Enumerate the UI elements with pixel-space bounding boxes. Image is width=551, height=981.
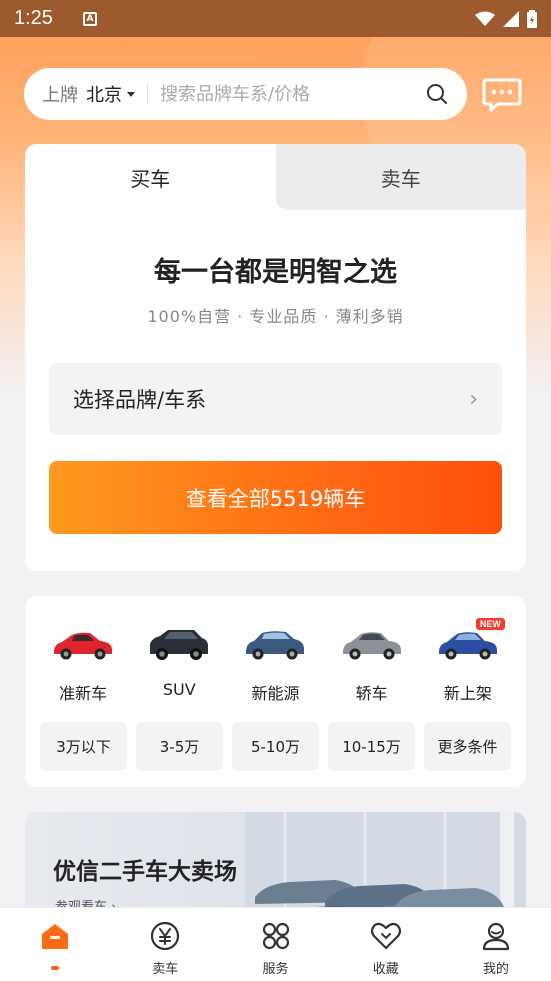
category-row: 准新车 SUV 新能源 轿车 NEW 新上架 [25, 618, 526, 704]
category-item-suv[interactable]: SUV [134, 624, 224, 704]
notification-icon: A [82, 11, 97, 26]
category-label: 新能源 [251, 684, 300, 703]
nav-label: 服务 [262, 962, 289, 977]
new-badge: NEW [475, 618, 505, 630]
nav-item-services[interactable]: 服务 [220, 908, 330, 981]
nav-label: 卖车 [152, 962, 179, 977]
category-card: 准新车 SUV 新能源 轿车 NEW 新上架 3万以下 3-5万 5-10万 1… [25, 596, 526, 787]
services-icon [262, 922, 289, 950]
category-label: 新上架 [443, 684, 492, 703]
price-filter-10-15w[interactable]: 10-15万 [328, 722, 415, 771]
tab-buy[interactable]: 买车 [25, 144, 276, 210]
heart-icon [370, 922, 401, 950]
search-input[interactable] [160, 83, 425, 105]
nav-item-sell[interactable]: 卖车 [110, 908, 220, 981]
price-filter-row: 3万以下 3-5万 5-10万 10-15万 更多条件 [25, 722, 526, 771]
bottom-nav: 卖车 服务 收藏 我的 [0, 907, 551, 981]
category-item-sedan[interactable]: 轿车 [327, 624, 417, 704]
car-icon [342, 632, 401, 660]
battery-icon [527, 9, 537, 28]
city-selector[interactable]: 北京 [86, 81, 122, 107]
home-icon [42, 924, 69, 949]
city-dropdown-caret-icon[interactable] [127, 91, 135, 97]
more-filters-button[interactable]: 更多条件 [424, 722, 511, 771]
search-divider [147, 84, 148, 104]
signal-icon [503, 10, 519, 27]
category-item-newly-listed[interactable]: NEW 新上架 [423, 618, 513, 704]
wifi-icon [475, 11, 495, 26]
nav-label: 我的 [482, 962, 509, 977]
category-item-new-energy[interactable]: 新能源 [230, 624, 320, 704]
chevron-right-icon: › [469, 386, 478, 412]
slogan-title: 每一台都是明智之选 [154, 257, 397, 288]
active-indicator [51, 966, 60, 970]
tab-sell[interactable]: 卖车 [275, 144, 526, 210]
slogan-subtitle: 100%自营 · 专业品质 · 薄利多销 [147, 307, 404, 326]
nav-label: 收藏 [372, 962, 399, 977]
price-filter-under-3w[interactable]: 3万以下 [40, 722, 127, 771]
banner-title: 优信二手车大卖场 [53, 859, 237, 885]
status-time: 1:25 [14, 7, 53, 29]
category-item-near-new[interactable]: 准新车 [38, 624, 128, 704]
buy-sell-tabs: 买车 卖车 [25, 144, 526, 210]
search-row: 上牌 北京 [24, 68, 528, 120]
search-bar[interactable]: 上牌 北京 [24, 68, 467, 120]
nav-item-profile[interactable]: 我的 [441, 908, 551, 981]
category-label: 准新车 [59, 684, 108, 703]
message-icon[interactable] [482, 78, 522, 112]
nav-item-favorites[interactable]: 收藏 [331, 908, 441, 981]
category-label: SUV [162, 680, 196, 699]
price-filter-3-5w[interactable]: 3-5万 [136, 722, 223, 771]
buy-sell-card: 买车 卖车 每一台都是明智之选 100%自营 · 专业品质 · 薄利多销 选择品… [25, 144, 526, 571]
view-all-cars-button[interactable]: 查看全部5519辆车 [49, 461, 502, 534]
plate-label: 上牌 [42, 85, 78, 106]
nav-item-home[interactable] [0, 908, 110, 981]
car-icon [54, 632, 113, 660]
yen-icon [151, 921, 180, 951]
car-icon [438, 632, 497, 660]
user-icon [482, 922, 510, 951]
car-icon [246, 631, 305, 660]
status-bar: 1:25 A [0, 0, 551, 37]
brand-select-button[interactable]: 选择品牌/车系 › [49, 363, 502, 435]
brand-select-label: 选择品牌/车系 [73, 388, 207, 412]
price-filter-5-10w[interactable]: 5-10万 [232, 722, 319, 771]
car-icon [150, 630, 209, 660]
category-label: 轿车 [355, 684, 388, 703]
search-icon[interactable] [425, 82, 449, 106]
